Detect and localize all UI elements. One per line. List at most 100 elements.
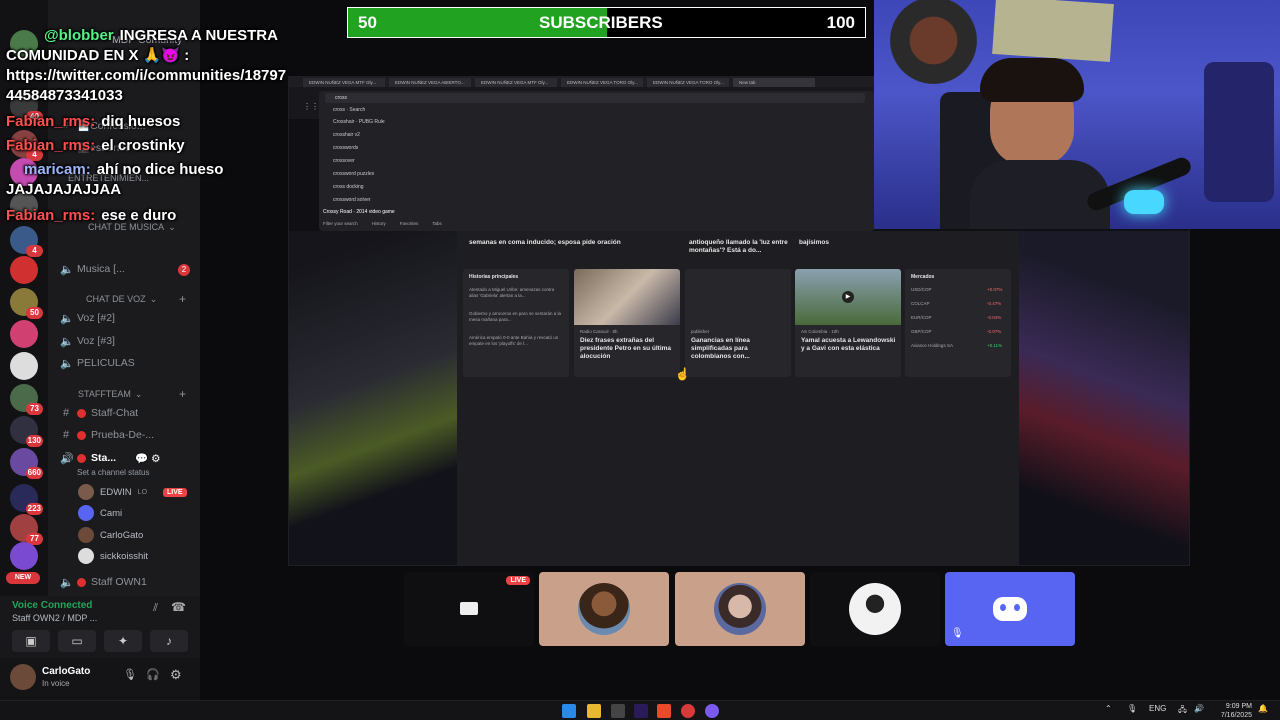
- text-channel[interactable]: # Prueba-De-...: [60, 425, 154, 445]
- server-icon[interactable]: [10, 352, 38, 380]
- server-icon[interactable]: [10, 256, 38, 284]
- network-icon[interactable]: 🖧: [1178, 704, 1187, 718]
- activity-icon[interactable]: ✦: [104, 630, 142, 652]
- play-icon[interactable]: ▶: [842, 291, 854, 303]
- suggestion-item[interactable]: crosshair v2: [333, 132, 360, 138]
- channel-label: Staff OWN1: [91, 576, 147, 588]
- camera-off-icon[interactable]: ▣: [12, 630, 50, 652]
- signal-icon[interactable]: ⫽: [153, 602, 158, 615]
- premiere-icon[interactable]: [634, 704, 648, 718]
- voice-member[interactable]: sickkoisshit: [78, 546, 148, 566]
- suggestion-item[interactable]: crosswords: [333, 145, 358, 151]
- user-panel: CarloGato In voice 🎙 🎧 ⚙: [0, 658, 200, 700]
- headphones-icon[interactable]: 🎧: [146, 668, 160, 681]
- suggestion-item[interactable]: crossword puzzles: [333, 171, 374, 177]
- voice-channel[interactable]: 🔈 Voz [#2]: [60, 308, 115, 328]
- voice-channel-musica[interactable]: 🔈 Musica [...: [60, 259, 125, 279]
- suggestion-item[interactable]: cross · Search: [333, 107, 365, 113]
- participant-tile-discord[interactable]: 🎙: [945, 572, 1075, 646]
- browser-tab[interactable]: EDWIN NUÑEZ VEGA MTF Oly...: [475, 78, 557, 87]
- suggestion-item[interactable]: cross docking: [333, 184, 364, 190]
- server-icon[interactable]: 73: [10, 384, 43, 415]
- gear-icon[interactable]: ⚙: [170, 667, 182, 683]
- footer-link[interactable]: Tabs: [432, 221, 442, 226]
- channel-label: Voz [#3]: [77, 335, 115, 347]
- server-icon[interactable]: 130: [10, 416, 43, 447]
- microphone-icon[interactable]: 🎙: [1127, 704, 1137, 713]
- card-line[interactable]: América empató 0-0 ante Bahía y rescató …: [469, 335, 563, 347]
- address-bar-input[interactable]: cross: [325, 93, 865, 103]
- server-icon[interactable]: [10, 320, 38, 348]
- goal-label: SUBSCRIBERS: [539, 13, 663, 32]
- news-card-top-stories[interactable]: Historias principales Atentado a Miguel …: [463, 269, 569, 377]
- card-line[interactable]: Atentado a Miguel Uribe: amenazas contra…: [469, 287, 563, 299]
- channel-status-prompt[interactable]: Set a channel status: [77, 462, 150, 482]
- chevron-up-icon[interactable]: ⌃: [1105, 704, 1112, 713]
- screen-share-icon[interactable]: ▭: [58, 630, 96, 652]
- participant-tile[interactable]: [810, 572, 940, 646]
- voice-member[interactable]: Cami: [78, 503, 122, 523]
- server-icon[interactable]: 660: [10, 448, 43, 479]
- headline-text[interactable]: semanas en coma inducido; esposa pide or…: [469, 239, 679, 247]
- server-icon[interactable]: 50: [10, 288, 43, 319]
- footer-link[interactable]: Favorites: [400, 221, 419, 226]
- news-card-ad[interactable]: publisher Ganancias en línea simplificad…: [685, 269, 791, 377]
- avatar[interactable]: [10, 664, 36, 690]
- news-card-markets[interactable]: Mercados USD/COP +0.07% COLCAP -0.47% EU…: [905, 269, 1011, 377]
- clock[interactable]: 9:09 PM 7/16/2025: [1212, 702, 1252, 720]
- headline-text[interactable]: antioqueño llamado la 'luz entre montaña…: [689, 239, 789, 255]
- server-icon[interactable]: 77: [10, 514, 43, 545]
- no-entry-icon: [77, 430, 86, 440]
- suggestion-item[interactable]: crossover: [333, 158, 355, 164]
- server-icon[interactable]: 4: [10, 226, 43, 257]
- footer-link[interactable]: Filter your search: [323, 221, 358, 226]
- browser-tab[interactable]: EDWIN NUÑEZ VEGA ABIERTO...: [389, 78, 471, 87]
- participant-tile-stream[interactable]: LIVE: [404, 572, 534, 646]
- member-name: Cami: [100, 507, 123, 519]
- windows-start-icon[interactable]: [562, 704, 576, 718]
- suggestion-item[interactable]: Crosshair · PUBG Rule: [333, 119, 385, 125]
- capcut-icon[interactable]: [657, 704, 671, 718]
- server-icon[interactable]: [10, 542, 38, 570]
- browser-tab[interactable]: EDWIN NUÑEZ VEGA TORO Oly...: [647, 78, 729, 87]
- streamer-hair: [980, 58, 1084, 102]
- voice-channel[interactable]: 🔈 PELICULAS: [60, 353, 135, 373]
- news-card-yamal[interactable]: ▶ AS Colombia · 10h Yamal acuesta a Lewa…: [795, 269, 901, 377]
- news-card-petro[interactable]: Radio Caracol · 8h Diez frases extrañas …: [574, 269, 680, 377]
- speaker-icon: 🔈: [60, 357, 74, 370]
- discord-taskbar-icon[interactable]: [705, 704, 719, 718]
- category-staff[interactable]: StaffTeam ⌄: [78, 389, 142, 400]
- language-indicator[interactable]: ENG: [1149, 704, 1166, 713]
- new-servers-pill[interactable]: NEW: [6, 572, 40, 584]
- notification-bell-icon[interactable]: 🔔: [1258, 704, 1268, 713]
- voice-member[interactable]: CarloGato: [78, 525, 143, 545]
- voice-connected-subtitle[interactable]: Staff OWN2 / MDP ...: [12, 613, 97, 623]
- terminal-icon[interactable]: [611, 704, 625, 718]
- participant-tile[interactable]: [675, 572, 805, 646]
- text-channel[interactable]: # Staff-Chat: [60, 403, 138, 423]
- browser-tab-active[interactable]: New tab: [733, 78, 815, 87]
- soundboard-icon[interactable]: ♪: [150, 630, 188, 652]
- browser-icon[interactable]: [681, 704, 695, 718]
- browser-tab[interactable]: EDWIN NUÑEZ VEGA TORO Oly...: [561, 78, 643, 87]
- add-channel-icon[interactable]: +: [179, 292, 186, 306]
- footer-link[interactable]: History: [372, 221, 386, 226]
- volume-icon[interactable]: 🔊: [1194, 704, 1204, 713]
- headline-text[interactable]: bajísimos: [799, 239, 899, 247]
- suggestion-item[interactable]: Crossy Road · 2014 video game: [323, 209, 395, 215]
- clock-date: 7/16/2025: [1220, 712, 1252, 719]
- add-channel-icon[interactable]: +: [179, 387, 186, 401]
- participant-tile[interactable]: [539, 572, 669, 646]
- suggestion-item[interactable]: crossword solver: [333, 197, 371, 203]
- disconnect-icon[interactable]: ☎: [171, 600, 186, 614]
- voice-channel[interactable]: 🔈 Staff OWN1: [60, 572, 147, 592]
- voice-connected-panel: Voice Connected Staff OWN2 / MDP ... ⫽ ☎…: [0, 596, 200, 658]
- chat-username: @blobber: [44, 27, 114, 44]
- card-line[interactable]: Gobierno y arroceros en paro se sentarán…: [469, 311, 563, 323]
- file-explorer-icon[interactable]: [587, 704, 601, 718]
- microphone-icon[interactable]: 🎙: [123, 668, 137, 681]
- voice-member[interactable]: EDWIN LO LIVE: [78, 482, 187, 502]
- server-icon[interactable]: 223: [10, 484, 43, 515]
- voice-channel[interactable]: 🔈 Voz [#3]: [60, 331, 115, 351]
- category-voz[interactable]: CHAT DE VOZ ⌄: [86, 294, 157, 305]
